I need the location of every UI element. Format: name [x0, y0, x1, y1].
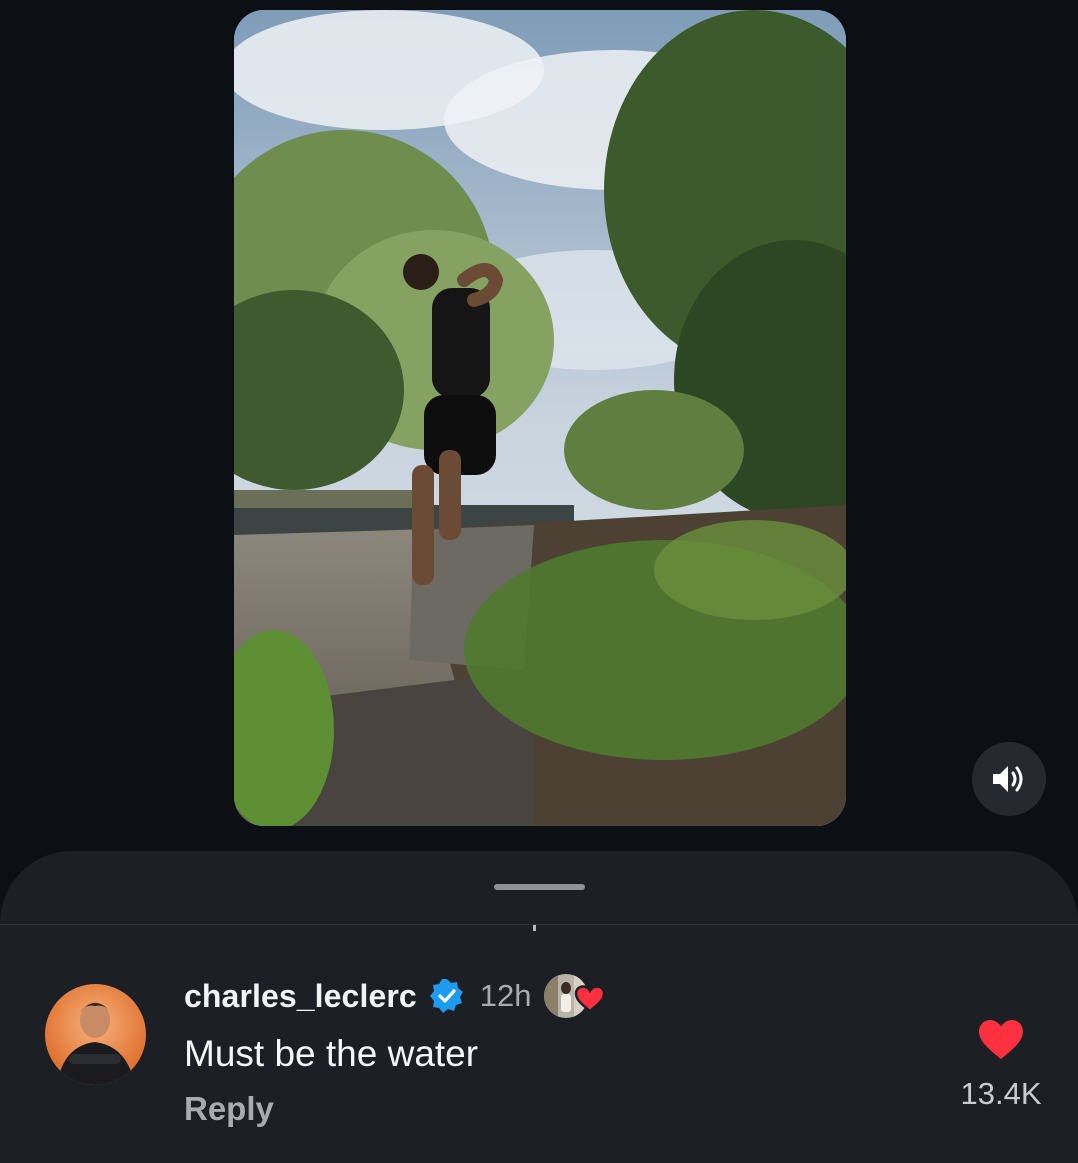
sheet-divider — [0, 924, 1078, 925]
like-button[interactable] — [977, 1018, 1025, 1062]
sheet-drag-handle[interactable] — [494, 884, 585, 890]
comment-header: charles_leclerc 12h — [184, 972, 610, 1020]
reply-button[interactable]: Reply — [184, 1089, 274, 1129]
heart-filled-icon — [979, 1020, 1023, 1059]
speaker-on-icon — [993, 766, 1023, 792]
comment-timestamp: 12h — [479, 978, 532, 1013]
video-frame — [234, 10, 846, 826]
comment-text: Must be the water — [184, 1033, 479, 1074]
liked-by-creator-indicator — [543, 972, 610, 1020]
avatar-image — [45, 984, 146, 1085]
commenter-avatar[interactable] — [45, 984, 146, 1085]
divider-tick — [533, 925, 536, 931]
heart-icon — [574, 984, 606, 1014]
sound-toggle-button[interactable] — [972, 742, 1046, 816]
screen: charles_leclerc 12h Must be the water Re… — [0, 0, 1078, 1163]
verified-badge-icon — [429, 978, 465, 1014]
video-player[interactable] — [234, 10, 846, 826]
like-count: 13.4K — [960, 1076, 1042, 1111]
comment-username[interactable]: charles_leclerc — [184, 978, 417, 1015]
